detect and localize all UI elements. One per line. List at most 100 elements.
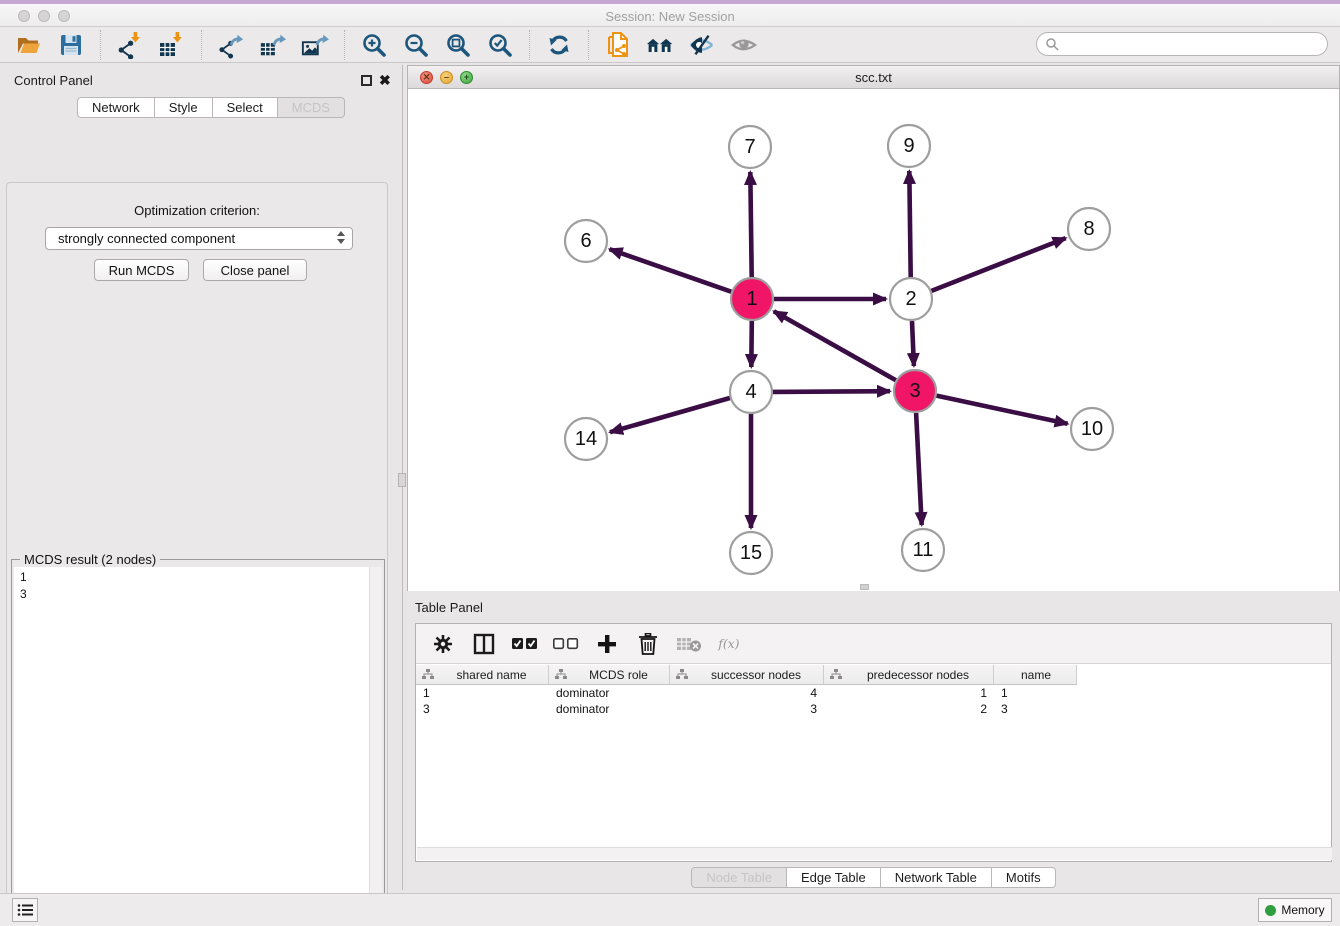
table-tab-edge-table[interactable]: Edge Table xyxy=(787,867,881,888)
graph-node-7[interactable]: 7 xyxy=(729,126,771,168)
deselect-all-columns-icon[interactable] xyxy=(553,631,579,657)
tab-select[interactable]: Select xyxy=(213,97,278,118)
tab-mcds[interactable]: MCDS xyxy=(278,97,345,118)
graph-edge-2-9[interactable] xyxy=(909,171,910,277)
graph-edge-2-3[interactable] xyxy=(912,321,914,366)
table-tabs: Node TableEdge TableNetwork TableMotifs xyxy=(407,867,1340,888)
zoom-out-icon[interactable] xyxy=(402,31,430,59)
graph-node-1[interactable]: 1 xyxy=(731,278,773,320)
result-scrollbar[interactable] xyxy=(369,567,382,926)
refresh-layout-icon[interactable] xyxy=(545,31,573,59)
memory-button[interactable]: Memory xyxy=(1258,898,1332,922)
import-table-icon[interactable] xyxy=(158,31,186,59)
export-network-icon[interactable] xyxy=(217,31,245,59)
add-column-icon[interactable] xyxy=(594,631,620,657)
zoom-selected-icon[interactable] xyxy=(486,31,514,59)
hide-selected-icon[interactable] xyxy=(688,31,716,59)
graph-node-14[interactable]: 14 xyxy=(565,418,607,460)
graph-node-15[interactable]: 15 xyxy=(730,532,772,574)
column-header-successor-nodes[interactable]: successor nodes xyxy=(670,665,824,685)
svg-text:15: 15 xyxy=(740,542,762,564)
canvas-scroll-handle[interactable] xyxy=(860,584,869,590)
network-view-window[interactable]: ✕ – + scc.txt 7 9 6 8 1 2 4 3 14 10 15 11 xyxy=(407,65,1340,591)
column-header-shared-name[interactable]: shared name xyxy=(416,665,549,685)
status-bar: Memory xyxy=(0,893,1340,926)
graph-edge-1-4[interactable] xyxy=(751,321,752,367)
graph-node-6[interactable]: 6 xyxy=(565,220,607,262)
table-body: 1dominator4113dominator323 xyxy=(416,685,1077,717)
graph-edge-1-6[interactable] xyxy=(610,249,732,292)
import-network-icon[interactable] xyxy=(116,31,144,59)
control-panel-close-icon[interactable]: ✖ xyxy=(379,75,391,86)
first-neighbors-icon[interactable] xyxy=(646,31,674,59)
table-row[interactable]: 3dominator323 xyxy=(416,701,1077,717)
table-cell[interactable]: 1 xyxy=(824,685,994,701)
graph-node-10[interactable]: 10 xyxy=(1071,408,1113,450)
table-cell[interactable]: 4 xyxy=(670,685,824,701)
node-table-container: f(x) shared nameMCDS rolesuccessor nodes… xyxy=(415,623,1332,862)
open-session-icon[interactable] xyxy=(15,31,43,59)
graph-edge-3-1[interactable] xyxy=(774,311,896,380)
panel-divider-handle[interactable] xyxy=(398,473,406,487)
graph-node-11[interactable]: 11 xyxy=(902,529,944,571)
table-cell[interactable]: dominator xyxy=(549,701,670,717)
graph-node-9[interactable]: 9 xyxy=(888,125,930,167)
graph-edge-1-7[interactable] xyxy=(750,172,751,277)
table-cell[interactable]: 1 xyxy=(416,685,549,701)
table-cell[interactable]: 3 xyxy=(416,701,549,717)
table-cell[interactable]: 1 xyxy=(994,685,1077,701)
svg-text:4: 4 xyxy=(745,381,756,403)
column-header-name[interactable]: name xyxy=(994,665,1077,685)
table-cell[interactable]: 3 xyxy=(670,701,824,717)
mcds-result-textarea[interactable]: 1 3 xyxy=(14,567,382,926)
app-titlebar[interactable]: Session: New Session xyxy=(0,4,1340,27)
graph-edge-2-8[interactable] xyxy=(932,238,1066,291)
graph-node-2[interactable]: 2 xyxy=(890,278,932,320)
tab-style[interactable]: Style xyxy=(155,97,213,118)
network-window-titlebar[interactable]: ✕ – + scc.txt xyxy=(408,66,1339,89)
svg-text:11: 11 xyxy=(913,539,934,561)
export-table-icon[interactable] xyxy=(259,31,287,59)
memory-status-icon xyxy=(1265,905,1276,916)
table-cell[interactable]: 2 xyxy=(824,701,994,717)
task-history-button[interactable] xyxy=(12,898,38,922)
save-session-icon[interactable] xyxy=(57,31,85,59)
table-row[interactable]: 1dominator411 xyxy=(416,685,1077,701)
new-network-from-selection-icon[interactable] xyxy=(604,31,632,59)
search-input[interactable] xyxy=(1036,32,1328,56)
column-selector-icon[interactable] xyxy=(471,631,497,657)
tab-network[interactable]: Network xyxy=(77,97,155,118)
table-toolbar: f(x) xyxy=(416,624,1331,664)
table-tab-network-table[interactable]: Network Table xyxy=(881,867,992,888)
table-cell[interactable]: 3 xyxy=(994,701,1077,717)
graph-node-4[interactable]: 4 xyxy=(730,371,772,413)
graph-edge-3-11[interactable] xyxy=(916,413,922,525)
graph-node-3[interactable]: 3 xyxy=(894,370,936,412)
table-cell[interactable]: dominator xyxy=(549,685,670,701)
mcds-panel: Optimization criterion: strongly connect… xyxy=(6,182,388,926)
export-image-icon[interactable] xyxy=(301,31,329,59)
table-horizontal-scrollbar[interactable] xyxy=(417,847,1332,860)
close-panel-button[interactable]: Close panel xyxy=(203,259,307,281)
table-tab-motifs[interactable]: Motifs xyxy=(992,867,1056,888)
table-panel-title: Table Panel xyxy=(415,600,483,615)
graph-edge-4-14[interactable] xyxy=(610,398,730,432)
table-tab-node-table[interactable]: Node Table xyxy=(691,867,787,888)
criterion-select[interactable]: strongly connected component xyxy=(45,227,353,250)
zoom-fit-icon[interactable] xyxy=(444,31,472,59)
column-header-predecessor-nodes[interactable]: predecessor nodes xyxy=(824,665,994,685)
table-mode-icon[interactable] xyxy=(430,631,456,657)
delete-column-icon[interactable] xyxy=(635,631,661,657)
run-mcds-button[interactable]: Run MCDS xyxy=(94,259,189,281)
column-sort-icon xyxy=(676,669,688,680)
graph-node-8[interactable]: 8 xyxy=(1068,208,1110,250)
svg-text:2: 2 xyxy=(905,288,916,310)
zoom-in-icon[interactable] xyxy=(360,31,388,59)
svg-text:8: 8 xyxy=(1083,218,1094,240)
network-canvas[interactable]: 7 9 6 8 1 2 4 3 14 10 15 11 xyxy=(408,90,1339,591)
graph-edge-3-10[interactable] xyxy=(937,396,1068,424)
select-all-columns-icon[interactable] xyxy=(512,631,538,657)
graph-edge-4-3[interactable] xyxy=(773,391,890,392)
control-panel-float-button[interactable] xyxy=(361,75,372,86)
column-header-MCDS-role[interactable]: MCDS role xyxy=(549,665,670,685)
